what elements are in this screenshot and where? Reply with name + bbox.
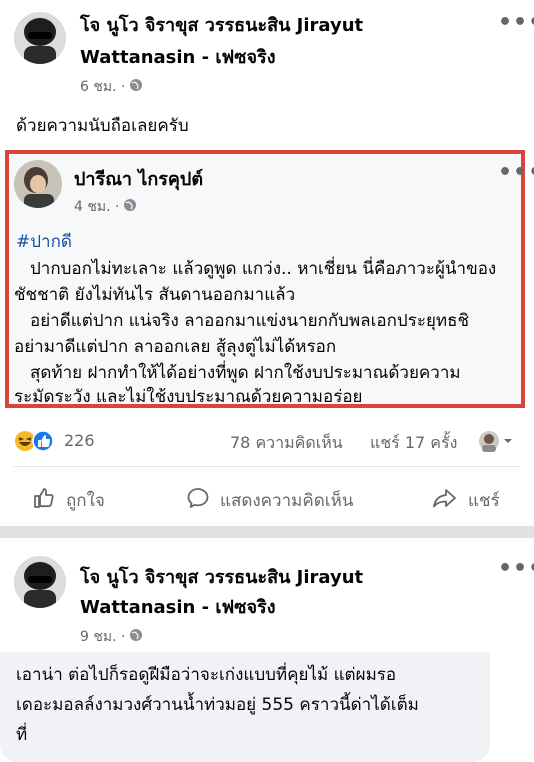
post-author-name-line2[interactable]: Wattanasin - เฟซจริง [80,44,276,72]
comment-timestamp[interactable]: 9 ชม. · [80,626,143,648]
comment-count[interactable]: 78 ความคิดเห็น [230,431,343,456]
globe-icon [129,78,143,96]
section-separator [0,526,534,538]
comment-author-name[interactable]: โจ นูโว จิราขุส วรรธนะสิน Jirayut [80,564,363,592]
like-button[interactable]: ถูกใจ [32,486,105,515]
globe-icon [123,198,137,216]
reaction-count[interactable]: 226 [64,431,95,450]
post-author-avatar[interactable] [14,12,66,64]
like-icon [32,486,56,515]
comment-author-avatar[interactable] [14,556,66,608]
post-text: ด้วยความนับถือเลยครับ [16,116,189,136]
shared-more-icon[interactable]: ••• [498,160,534,185]
shared-timestamp[interactable]: 4 ชม. · [74,196,137,218]
shared-line: อย่าดีแต่ปาก แน่จริง ลาออกมาแข่งนายกกับพ… [30,311,470,331]
comment-author-name-line2[interactable]: Wattanasin - เฟซจริง [80,594,276,622]
shared-time-text: 4 ชม. · [74,199,120,215]
share-label: แชร์ [468,491,500,511]
reaction-icons[interactable] [14,430,54,456]
like-reaction-icon [32,430,54,456]
like-label: ถูกใจ [66,491,105,511]
post-author-name[interactable]: โจ นูโว จิราขุส วรรธนะสิน Jirayut [80,12,363,40]
globe-icon [129,628,143,646]
viewer-avatar[interactable] [478,430,514,452]
shared-line: ระมัดระวัง และไม่ใช้งบประมาณด้วยความอร่อ… [14,387,363,407]
comment-time-text: 9 ชม. · [80,629,126,645]
shared-author-name[interactable]: ปารีณา ไกรคุปต์ [74,166,203,194]
comment-line: เอาน่า ต่อไปก็รอดูฝีมือว่าจะเก่งแบบที่คุ… [16,665,397,685]
share-button[interactable]: แชร์ [432,486,500,515]
comment-line: ที่ [16,725,28,745]
comment-button[interactable]: แสดงความคิดเห็น [186,486,353,515]
shared-hashtag[interactable]: #ปากดี [16,228,72,255]
chevron-down-icon [502,432,514,451]
comment-line: เดอะมอลล์งามวงศ์วานน้ำท่วมอยู่ 555 คราวน… [16,695,419,715]
post-timestamp[interactable]: 6 ชม. · [80,76,143,98]
comment-label: แสดงความคิดเห็น [220,491,354,511]
shared-author-avatar[interactable] [14,160,62,208]
post-time-text: 6 ชม. · [80,79,126,95]
shared-line: ปากบอกไม่ทะเลาะ แล้วดูพูด แกว่ง.. หาเชี่… [30,259,497,279]
share-count[interactable]: แชร์ 17 ครั้ง [370,431,457,456]
share-icon [432,486,458,515]
post-more-icon[interactable]: ••• [498,10,534,35]
shared-line: สุดท้าย ฝากทำให้ได้อย่างที่พูด ฝากใช้งบป… [30,363,461,383]
comment-icon [186,486,210,515]
comment-more-icon[interactable]: ••• [498,556,534,581]
shared-line: ชัชชาติ ยังไม่ทันไร สันดานออกมาแล้ว [14,285,296,305]
shared-line: อย่ามาดีแต่ปาก ลาออกเลย สู้ลุงตู่ไม่ได้ห… [14,337,337,357]
stats-divider [14,466,520,467]
